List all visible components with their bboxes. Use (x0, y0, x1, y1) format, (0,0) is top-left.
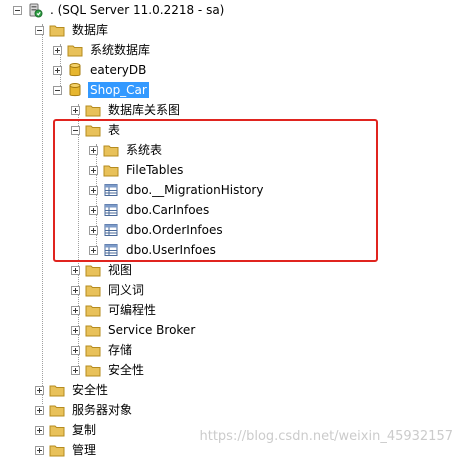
tree-node-database-diagrams[interactable]: 数据库关系图 (71, 100, 182, 120)
collapse-toggle[interactable] (35, 25, 44, 35)
synonyms-label: 同义词 (108, 283, 145, 297)
folder-icon (49, 22, 65, 38)
expand-toggle[interactable] (35, 385, 44, 395)
security-label: 安全性 (72, 383, 109, 397)
expand-toggle[interactable] (71, 365, 80, 375)
tree-node-synonyms[interactable]: 同义词 (71, 280, 146, 300)
collapse-toggle[interactable] (13, 5, 22, 15)
folder-icon (85, 102, 101, 118)
expand-toggle[interactable] (35, 425, 44, 435)
server-icon (27, 2, 43, 18)
tree-node-programmability[interactable]: 可编程性 (71, 300, 158, 320)
database-icon (67, 62, 83, 78)
expand-toggle[interactable] (71, 305, 80, 315)
tree-node-databases[interactable]: 数据库 (35, 20, 110, 40)
expand-toggle[interactable] (71, 105, 80, 115)
folder-icon (85, 282, 101, 298)
folder-icon (85, 342, 101, 358)
replication-label: 复制 (72, 423, 97, 437)
collapse-toggle[interactable] (53, 85, 62, 95)
storage-label: 存储 (108, 343, 133, 357)
system-databases-label: 系统数据库 (90, 43, 151, 57)
views-label: 视图 (108, 263, 133, 277)
folder-icon (67, 42, 83, 58)
tree-node-views[interactable]: 视图 (71, 260, 134, 280)
management-label: 管理 (72, 443, 97, 457)
databases-label: 数据库 (72, 23, 109, 37)
folder-icon (49, 442, 65, 458)
expand-toggle[interactable] (71, 345, 80, 355)
folder-icon (85, 302, 101, 318)
folder-icon (49, 382, 65, 398)
tree-node-system-databases[interactable]: 系统数据库 (53, 40, 152, 60)
tree-node-security[interactable]: 安全性 (35, 380, 110, 400)
shop-car-label: Shop_Car (88, 82, 149, 98)
tree-node-shop-car[interactable]: Shop_Car (53, 80, 149, 100)
tree-node-management[interactable]: 管理 (35, 440, 98, 460)
expand-toggle[interactable] (35, 445, 44, 455)
tree-node-replication[interactable]: 复制 (35, 420, 98, 440)
service-broker-label: Service Broker (108, 323, 196, 337)
folder-icon (49, 422, 65, 438)
folder-icon (85, 362, 101, 378)
folder-icon (85, 322, 101, 338)
tree-node-service-broker[interactable]: Service Broker (71, 320, 197, 340)
expand-toggle[interactable] (71, 325, 80, 335)
tree-node-storage[interactable]: 存储 (71, 340, 134, 360)
expand-toggle[interactable] (35, 405, 44, 415)
highlight-box (53, 119, 378, 262)
tree-line (42, 24, 43, 404)
folder-icon (49, 402, 65, 418)
object-explorer-tree: . (SQL Server 11.0.2218 - sa) 数据库 系统数据库 … (0, 0, 459, 457)
expand-toggle[interactable] (53, 65, 62, 75)
tree-node-db-security[interactable]: 安全性 (71, 360, 146, 380)
tree-node-server[interactable]: . (SQL Server 11.0.2218 - sa) (13, 0, 226, 20)
eaterydb-label: eateryDB (90, 63, 147, 77)
database-diagrams-label: 数据库关系图 (108, 103, 181, 117)
programmability-label: 可编程性 (108, 303, 157, 317)
expand-toggle[interactable] (71, 265, 80, 275)
expand-toggle[interactable] (53, 45, 62, 55)
folder-icon (85, 262, 101, 278)
expand-toggle[interactable] (71, 285, 80, 295)
server-objects-label: 服务器对象 (72, 403, 133, 417)
tree-node-eaterydb[interactable]: eateryDB (53, 60, 148, 80)
tree-node-server-objects[interactable]: 服务器对象 (35, 400, 134, 420)
server-label: . (SQL Server 11.0.2218 - sa) (50, 3, 225, 17)
db-security-label: 安全性 (108, 363, 145, 377)
database-icon (67, 82, 83, 98)
watermark: https://blog.csdn.net/weixin_45932157 (199, 429, 453, 444)
